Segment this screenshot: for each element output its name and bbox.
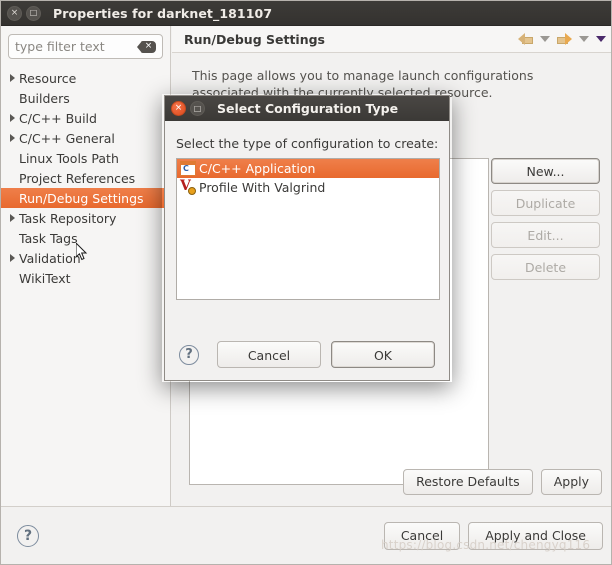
edit-button: Edit... (491, 222, 600, 248)
duplicate-button: Duplicate (491, 190, 600, 216)
expand-arrow-icon[interactable] (6, 134, 19, 142)
main-panel-header: Run/Debug Settings (172, 26, 611, 53)
forward-arrow-icon[interactable] (557, 32, 572, 46)
dialog-ok-button[interactable]: OK (331, 341, 435, 368)
sidebar-item-task-repository[interactable]: Task Repository (1, 208, 170, 228)
sidebar-item-label: C/C++ Build (19, 110, 97, 126)
clear-filter-icon[interactable]: × (137, 40, 156, 53)
cpp-application-icon (180, 161, 196, 176)
page-title: Run/Debug Settings (184, 31, 325, 47)
back-chevron-down-icon[interactable] (540, 36, 550, 42)
sidebar-item-label: Project References (19, 170, 136, 186)
dialog-close-icon[interactable]: × (171, 101, 186, 116)
window-titlebar: × □ Properties for darknet_181107 (1, 1, 611, 26)
sidebar-item-label: Validation (19, 250, 81, 266)
maximize-icon[interactable]: □ (26, 5, 41, 21)
sidebar-item-label: Task Repository (19, 210, 117, 226)
expand-arrow-icon[interactable] (6, 214, 19, 222)
sidebar-item-run-debug-settings[interactable]: Run/Debug Settings (1, 188, 170, 208)
expand-arrow-icon[interactable] (6, 74, 19, 82)
sidebar-item-project-references[interactable]: Project References (1, 168, 170, 188)
dialog-title: Select Configuration Type (217, 101, 399, 116)
list-item-label: Profile With Valgrind (199, 180, 326, 195)
apply-button[interactable]: Apply (540, 469, 602, 495)
settings-sidebar: type filter text × Resource Builders C/C++… (1, 26, 171, 507)
mouse-cursor (76, 243, 88, 261)
sidebar-item-resource[interactable]: Resource (1, 68, 170, 88)
sidebar-item-label: Builders (19, 90, 70, 106)
dialog-titlebar: × □ Select Configuration Type (165, 96, 449, 121)
list-item[interactable]: V Profile With Valgrind (177, 178, 439, 197)
dialog-help-icon[interactable]: ? (179, 344, 199, 365)
config-action-buttons: New... Duplicate Edit... Delete (491, 158, 600, 286)
sidebar-item-builders[interactable]: Builders (1, 88, 170, 108)
dialog-bottom-bar: ? Cancel Apply and Close (1, 506, 611, 564)
watermark: https://blog.csdn.net/chengyq116 (381, 538, 591, 552)
list-item[interactable]: C/C++ Application (177, 159, 439, 178)
view-menu-icon[interactable] (596, 36, 606, 42)
sidebar-item-label: Linux Tools Path (19, 150, 119, 166)
forward-chevron-down-icon[interactable] (579, 36, 589, 42)
sidebar-item-linux-tools-path[interactable]: Linux Tools Path (1, 148, 170, 168)
dialog-prompt: Select the type of configuration to crea… (176, 136, 439, 151)
sidebar-item-label: Resource (19, 70, 77, 86)
sidebar-item-label: Run/Debug Settings (19, 190, 144, 206)
sidebar-item-label: WikiText (19, 270, 71, 286)
dialog-buttons: ? Cancel OK (165, 341, 449, 368)
list-item-label: C/C++ Application (199, 161, 316, 176)
navigation-controls (511, 32, 611, 46)
restore-defaults-button[interactable]: Restore Defaults (403, 469, 533, 495)
new-button[interactable]: New... (491, 158, 600, 184)
configuration-type-list[interactable]: C/C++ ApplicationVProfile With Valgrind (176, 158, 440, 300)
help-icon[interactable]: ? (17, 524, 39, 547)
back-arrow-icon[interactable] (518, 32, 533, 46)
dialog-maximize-icon[interactable]: □ (190, 101, 205, 116)
close-icon[interactable]: × (7, 5, 22, 21)
dialog-body: Select the type of configuration to crea… (165, 121, 449, 382)
sidebar-item-c-c-build[interactable]: C/C++ Build (1, 108, 170, 128)
filter-input-wrapper[interactable]: type filter text × (8, 34, 163, 59)
valgrind-icon: V (180, 179, 196, 195)
sidebar-item-wikitext[interactable]: WikiText (1, 268, 170, 288)
expand-arrow-icon[interactable] (6, 254, 19, 262)
sidebar-item-label: C/C++ General (19, 130, 115, 146)
delete-button: Delete (491, 254, 600, 280)
sidebar-item-label: Task Tags (19, 230, 78, 246)
sidebar-item-c-c-general[interactable]: C/C++ General (1, 128, 170, 148)
properties-window: × □ Properties for darknet_181107 type f… (0, 0, 612, 565)
dialog-cancel-button[interactable]: Cancel (217, 341, 321, 368)
panel-footer-buttons: Restore Defaults Apply (172, 469, 602, 495)
select-configuration-type-dialog: × □ Select Configuration Type Select the… (164, 95, 450, 381)
filter-input[interactable]: type filter text (15, 39, 141, 54)
expand-arrow-icon[interactable] (6, 114, 19, 122)
window-title: Properties for darknet_181107 (53, 5, 273, 21)
